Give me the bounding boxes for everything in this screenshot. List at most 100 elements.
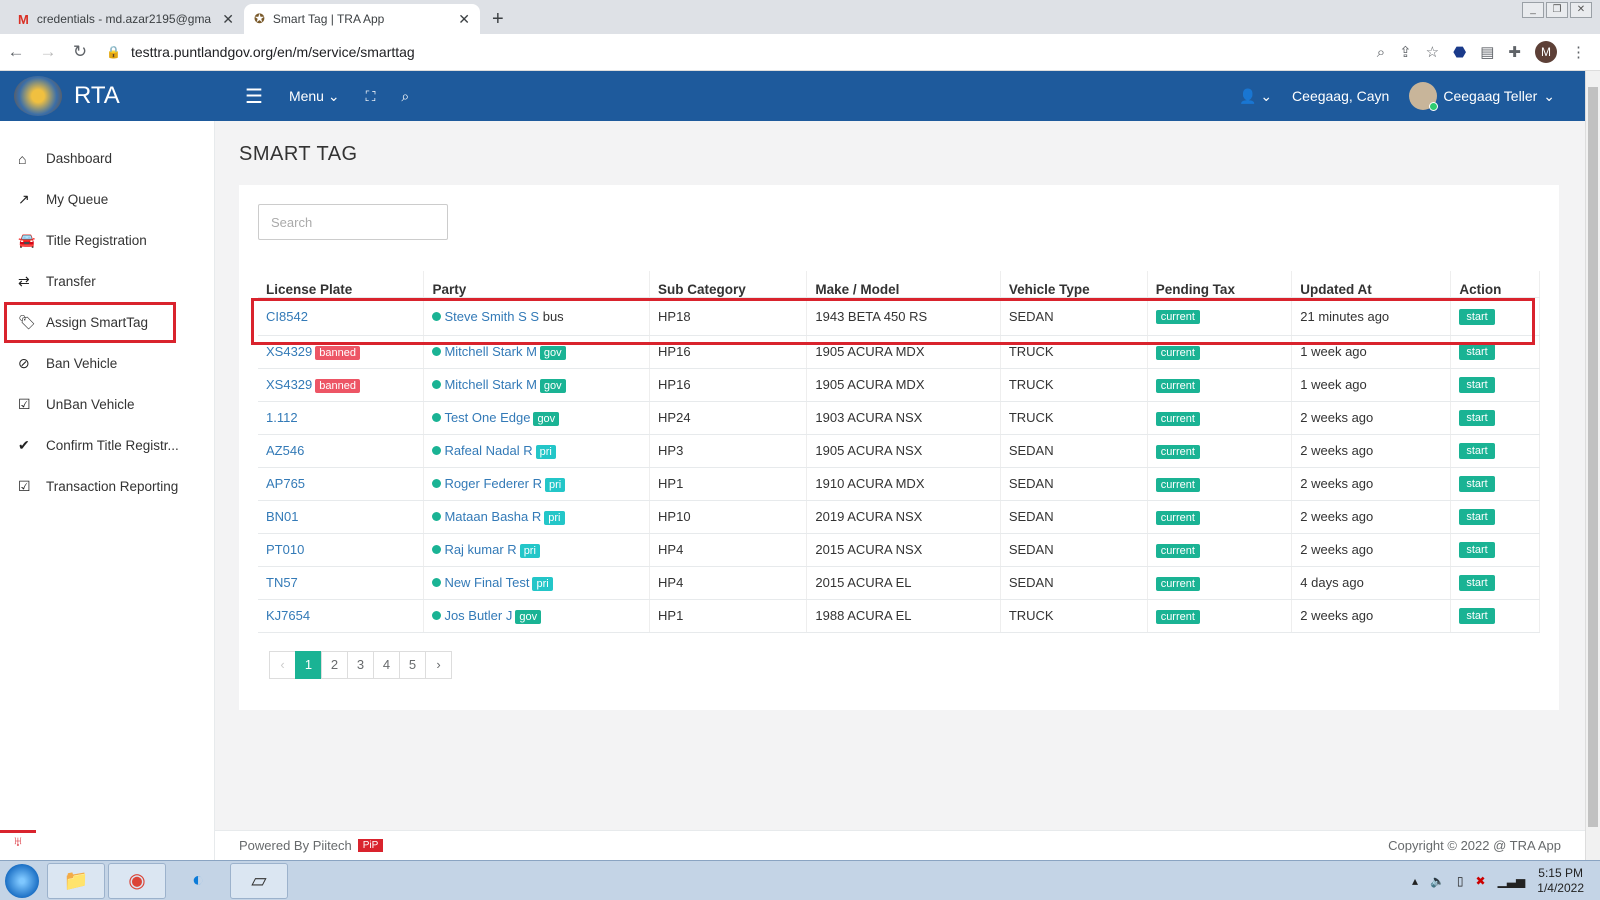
search-icon[interactable]: ⌕: [401, 88, 409, 105]
brand[interactable]: RTA: [0, 76, 215, 116]
new-tab-icon[interactable]: +: [480, 4, 516, 34]
close-tab-icon[interactable]: ✕: [222, 11, 234, 28]
start-button[interactable]: start: [1459, 542, 1495, 558]
party-link[interactable]: New Final Test: [444, 575, 529, 590]
sidebar-item-dashboard[interactable]: ⌂ Dashboard: [0, 138, 214, 179]
vertical-scrollbar[interactable]: [1585, 71, 1600, 860]
plate-link[interactable]: CI8542: [266, 309, 308, 324]
table-row[interactable]: BN01 Mataan Basha Rpri HP10 2019 ACURA NSX S…: [258, 500, 1540, 534]
user-dropdown[interactable]: Ceegaag Teller ⌄: [1409, 82, 1555, 111]
pending-tax-cell: current: [1147, 566, 1293, 600]
user-icon: 👤: [1238, 87, 1257, 104]
table-row[interactable]: XS4329 banned Mitchell Stark Mgov HP16 1905 …: [258, 368, 1540, 402]
pagination-page-2[interactable]: 2: [321, 651, 348, 679]
plate-link[interactable]: 1.112: [266, 410, 298, 425]
volume-icon[interactable]: 🔈: [1430, 874, 1445, 888]
battery-icon[interactable]: ▯: [1457, 874, 1464, 888]
menu-dropdown[interactable]: Menu ⌄: [289, 88, 340, 105]
close-window-icon[interactable]: ✕: [1570, 2, 1592, 18]
start-button[interactable]: start: [1459, 443, 1495, 459]
party-link[interactable]: Mitchell Stark M: [444, 377, 536, 392]
sidebar-item-transaction-reporting[interactable]: ☑ Transaction Reporting: [0, 466, 214, 507]
party-link[interactable]: Raj kumar R: [444, 542, 516, 557]
avatar: [1409, 82, 1439, 111]
party-link[interactable]: Rafeal Nadal R: [444, 443, 532, 458]
plate-link[interactable]: AP765: [266, 476, 305, 491]
tray-arrow-icon[interactable]: ▴: [1412, 874, 1418, 888]
start-button[interactable]: [0, 863, 44, 899]
party-link[interactable]: Test One Edge: [444, 410, 530, 425]
table-row[interactable]: AP765 Roger Federer Rpri HP1 1910 ACURA MDX…: [258, 467, 1540, 501]
party-link[interactable]: Mitchell Stark M: [444, 344, 536, 359]
browser-tab-smarttag[interactable]: ✪ Smart Tag | TRA App ✕: [244, 4, 480, 34]
pagination-page-3[interactable]: 3: [347, 651, 374, 679]
clipboard-icon[interactable]: ▤: [1480, 43, 1494, 61]
plate-link[interactable]: TN57: [266, 575, 298, 590]
star-icon[interactable]: ☆: [1426, 43, 1439, 61]
fullscreen-icon[interactable]: ⛶: [366, 88, 376, 105]
sidebar-item-my-queue[interactable]: ↗ My Queue: [0, 179, 214, 220]
table-row[interactable]: KJ7654 Jos Butler Jgov HP1 1988 ACURA EL TRU…: [258, 599, 1540, 633]
close-tab-icon[interactable]: ✕: [458, 11, 470, 28]
pagination-next[interactable]: ›: [425, 651, 452, 679]
puzzle-icon[interactable]: ✚: [1508, 43, 1521, 61]
start-button[interactable]: start: [1459, 410, 1495, 426]
taskbar-notepad[interactable]: ▱: [230, 862, 288, 899]
party-link[interactable]: Steve Smith S S: [444, 309, 539, 324]
extension-shield-icon[interactable]: ⬣: [1453, 43, 1466, 61]
sidebar-item-transfer[interactable]: ⇄ Transfer: [0, 261, 214, 302]
search-input[interactable]: [258, 204, 448, 240]
sidebar-item-ban-vehicle[interactable]: ⊘ Ban Vehicle: [0, 343, 214, 384]
pagination-page-5[interactable]: 5: [399, 651, 426, 679]
sidebar-item-unban-vehicle[interactable]: ☑ UnBan Vehicle: [0, 384, 214, 425]
plate-link[interactable]: XS4329: [266, 377, 312, 392]
share-icon[interactable]: ⇪: [1399, 43, 1412, 61]
hamburger-icon[interactable]: ☰: [245, 84, 263, 109]
start-button[interactable]: start: [1459, 476, 1495, 492]
pagination-page-4[interactable]: 4: [373, 651, 400, 679]
forward-icon[interactable]: →: [32, 42, 64, 62]
plate-link[interactable]: XS4329: [266, 344, 312, 359]
more-menu-icon[interactable]: ⋮: [1571, 43, 1586, 61]
party-link[interactable]: Roger Federer R: [444, 476, 542, 491]
start-button[interactable]: start: [1459, 377, 1495, 393]
plate-link[interactable]: KJ7654: [266, 608, 310, 623]
signal-icon[interactable]: ▁▃▅: [1498, 874, 1526, 888]
sidebar-item-assign-smarttag[interactable]: 🏷 Assign SmartTag: [4, 302, 176, 343]
start-button[interactable]: start: [1459, 608, 1495, 624]
url-field[interactable]: 🔒 testtra.puntlandgov.org/en/m/service/s…: [106, 44, 1377, 60]
reload-icon[interactable]: ↻: [64, 42, 96, 62]
table-row[interactable]: AZ546 Rafeal Nadal Rpri HP3 1905 ACURA NSX S…: [258, 434, 1540, 468]
pagination-page-1[interactable]: 1: [295, 651, 322, 679]
profile-avatar[interactable]: M: [1535, 41, 1557, 63]
taskbar-chrome[interactable]: ◉: [108, 862, 166, 899]
user-menu-dropdown[interactable]: 👤 ⌄: [1239, 88, 1272, 105]
scrollbar-thumb[interactable]: [1588, 87, 1598, 827]
taskbar-explorer[interactable]: 📁: [47, 862, 105, 899]
table-row[interactable]: 1.112 Test One Edge gov HP24 1903 ACURA NSX T…: [258, 401, 1540, 435]
table-row[interactable]: PT010 Raj kumar Rpri HP4 2015 ACURA NSX SEDA…: [258, 533, 1540, 567]
browser-tab-gmail[interactable]: M credentials - md.azar2195@gma ✕: [8, 4, 244, 34]
plate-link[interactable]: PT010: [266, 542, 304, 557]
table-row[interactable]: TN57 New Final Test pri HP4 2015 ACURA EL SED…: [258, 566, 1540, 600]
start-button[interactable]: start: [1459, 575, 1495, 591]
back-icon[interactable]: ←: [0, 42, 32, 62]
sidebar-item-confirm-title-registration[interactable]: ✔ Confirm Title Registr...: [0, 425, 214, 466]
sidebar-item-title-registration[interactable]: 🚘 Title Registration: [0, 220, 214, 261]
start-button[interactable]: start: [1459, 344, 1495, 360]
pagination-prev[interactable]: ‹: [269, 651, 296, 679]
party-link[interactable]: Mataan Basha R: [444, 509, 541, 524]
start-button[interactable]: start: [1459, 308, 1495, 325]
plate-link[interactable]: BN01: [266, 509, 299, 524]
taskbar-edge[interactable]: ◐: [169, 863, 227, 899]
party-link[interactable]: Jos Butler J: [444, 608, 512, 623]
network-error-icon[interactable]: ✖: [1476, 874, 1486, 888]
start-button[interactable]: start: [1459, 509, 1495, 525]
clock[interactable]: 5:15 PM 1/4/2022: [1537, 866, 1584, 896]
minimize-icon[interactable]: _: [1522, 2, 1544, 18]
table-row[interactable]: XS4329 banned Mitchell Stark Mgov HP16 1905 …: [258, 335, 1540, 369]
zoom-icon[interactable]: ⌕: [1377, 44, 1385, 61]
restore-icon[interactable]: ❐: [1546, 2, 1568, 18]
table-row[interactable]: CI8542 Steve Smith S S bus HP18 1943 BETA 4…: [258, 297, 1540, 336]
plate-link[interactable]: AZ546: [266, 443, 304, 458]
